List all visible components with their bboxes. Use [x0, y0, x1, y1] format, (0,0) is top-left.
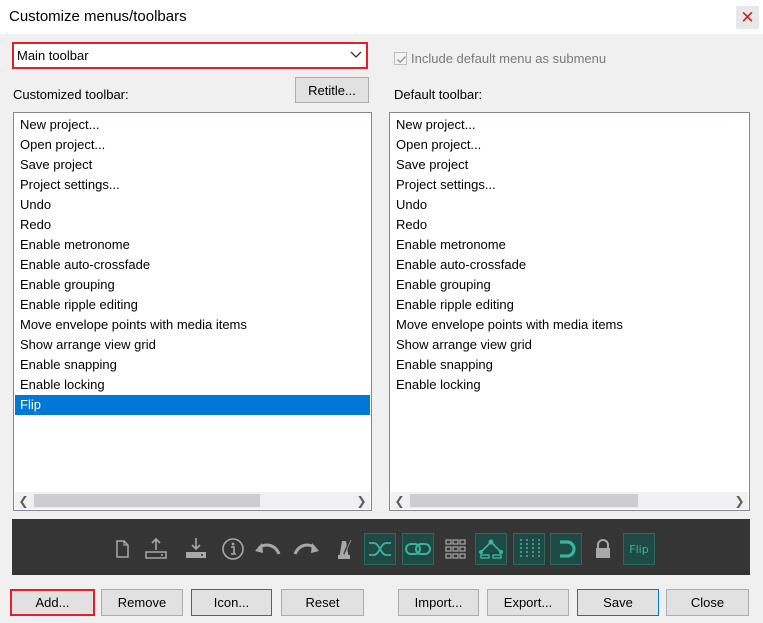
include-default-label: Include default menu as submenu: [411, 50, 607, 66]
default-toolbar-label: Default toolbar:: [394, 87, 483, 102]
list-item[interactable]: Enable grouping: [15, 275, 370, 295]
list-item[interactable]: Enable metronome: [15, 235, 370, 255]
scrollbar-thumb[interactable]: [34, 494, 260, 507]
customized-toolbar-label: Customized toolbar:: [13, 87, 129, 102]
flip-icon-label: Flip: [629, 542, 649, 556]
save-button[interactable]: Save: [577, 589, 659, 616]
envelope-points-icon: [475, 533, 507, 565]
default-toolbar-list[interactable]: New project... Open project... Save projec…: [389, 112, 750, 511]
close-button[interactable]: Close: [666, 589, 749, 616]
close-window-button[interactable]: ✕: [736, 6, 759, 29]
list-item[interactable]: Show arrange view grid: [15, 335, 370, 355]
title-bar: Customize menus/toolbars ✕: [0, 0, 763, 34]
default-list-scrollbar[interactable]: ❮ ❯: [391, 492, 748, 509]
undo-icon: [252, 533, 284, 565]
metronome-icon: [328, 533, 360, 565]
retitle-button[interactable]: Retitle...: [295, 77, 369, 103]
list-item[interactable]: Enable snapping: [15, 355, 370, 375]
list-item[interactable]: Move envelope points with media items: [15, 315, 370, 335]
list-item[interactable]: Project settings...: [15, 175, 370, 195]
list-item[interactable]: Undo: [391, 195, 748, 215]
export-button[interactable]: Export...: [487, 589, 569, 616]
flip-icon: Flip: [623, 533, 655, 565]
list-item[interactable]: Redo: [391, 215, 748, 235]
auto-crossfade-icon: [364, 533, 396, 565]
list-item[interactable]: Flip: [15, 395, 370, 415]
scroll-right-icon[interactable]: ❯: [731, 492, 748, 509]
list-item[interactable]: New project...: [15, 115, 370, 135]
customized-toolbar-list[interactable]: New project... Open project... Save projec…: [13, 112, 372, 511]
list-item[interactable]: Move envelope points with media items: [391, 315, 748, 335]
scrollbar-thumb[interactable]: [410, 494, 638, 507]
import-button[interactable]: Import...: [398, 589, 479, 616]
project-settings-icon: [217, 533, 249, 565]
locking-icon: [587, 533, 619, 565]
checkmark-icon: [396, 55, 407, 63]
close-icon: ✕: [740, 7, 755, 27]
list-item[interactable]: Enable snapping: [391, 355, 748, 375]
icon-button[interactable]: Icon...: [191, 589, 272, 616]
include-default-checkbox[interactable]: [394, 51, 407, 65]
ripple-editing-icon: [440, 533, 472, 565]
customized-list-scrollbar[interactable]: ❮ ❯: [15, 492, 370, 509]
remove-button[interactable]: Remove: [101, 589, 183, 616]
list-item[interactable]: Enable auto-crossfade: [15, 255, 370, 275]
list-item[interactable]: Open project...: [15, 135, 370, 155]
add-button[interactable]: Add...: [10, 589, 95, 616]
save-project-icon: [180, 533, 212, 565]
list-item[interactable]: Enable ripple editing: [391, 295, 748, 315]
list-item[interactable]: Enable grouping: [391, 275, 748, 295]
scroll-left-icon[interactable]: ❮: [15, 492, 32, 509]
grid-icon: [513, 533, 545, 565]
toolbar-select-value: Main toolbar: [17, 48, 89, 63]
toolbar-select-dropdown[interactable]: Main toolbar: [12, 42, 368, 69]
snapping-icon: [550, 533, 582, 565]
list-item[interactable]: Project settings...: [391, 175, 748, 195]
list-item[interactable]: Enable locking: [15, 375, 370, 395]
open-project-icon: [140, 533, 172, 565]
list-item[interactable]: Redo: [15, 215, 370, 235]
scroll-left-icon[interactable]: ❮: [391, 492, 408, 509]
chevron-down-icon: [350, 51, 362, 58]
redo-icon: [290, 533, 322, 565]
include-default-option[interactable]: Include default menu as submenu: [394, 49, 606, 67]
reset-button[interactable]: Reset: [281, 589, 364, 616]
grouping-icon: [402, 533, 434, 565]
list-item[interactable]: Enable metronome: [391, 235, 748, 255]
window-title: Customize menus/toolbars: [9, 8, 187, 25]
list-item[interactable]: Undo: [15, 195, 370, 215]
new-project-icon: [106, 533, 138, 565]
list-item[interactable]: Enable locking: [391, 375, 748, 395]
list-item[interactable]: New project...: [391, 115, 748, 135]
list-item[interactable]: Enable auto-crossfade: [391, 255, 748, 275]
list-item[interactable]: Open project...: [391, 135, 748, 155]
list-item[interactable]: Save project: [15, 155, 370, 175]
scroll-right-icon[interactable]: ❯: [353, 492, 370, 509]
list-item[interactable]: Show arrange view grid: [391, 335, 748, 355]
list-item[interactable]: Save project: [391, 155, 748, 175]
toolbar-preview: Flip: [12, 519, 750, 575]
list-item[interactable]: Enable ripple editing: [15, 295, 370, 315]
